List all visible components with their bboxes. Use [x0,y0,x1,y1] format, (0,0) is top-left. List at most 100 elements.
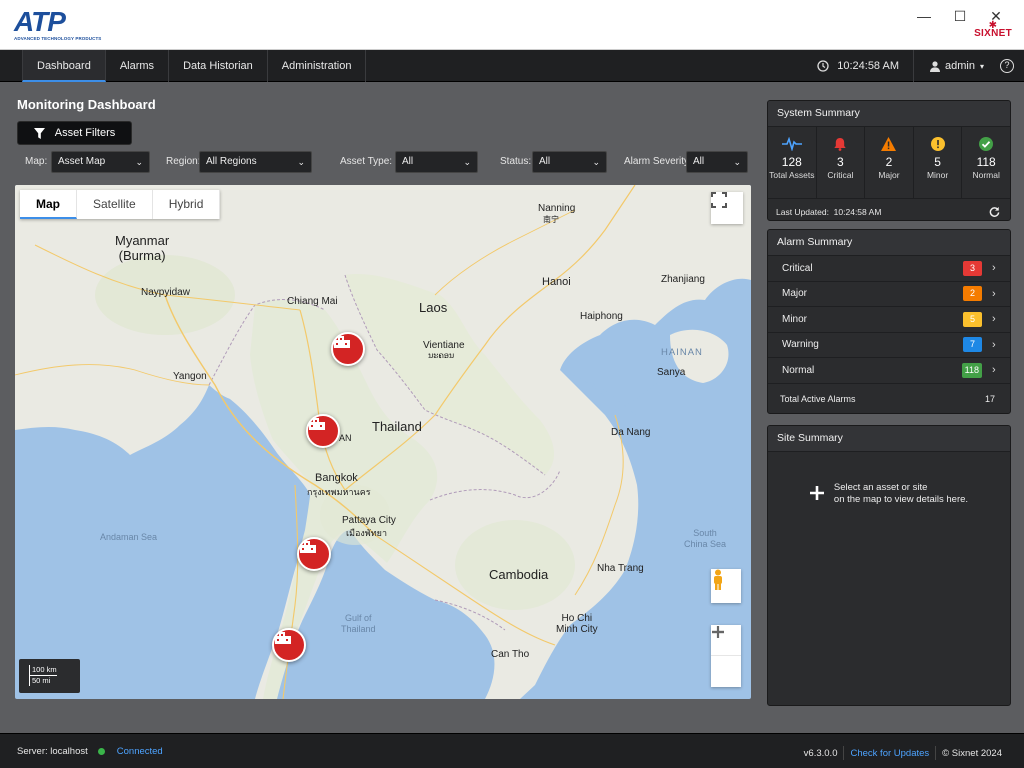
building-icon [309,418,325,430]
summary-count: 5 [934,155,941,169]
minus-icon [712,630,724,634]
help-icon[interactable]: ? [1000,59,1014,73]
asset-type-select[interactable]: All ⌄ [395,151,478,173]
region-filter-label: Region: [166,156,201,167]
chevron-down-icon: ⌄ [135,157,143,167]
clock: 10:24:58 AM [803,50,915,82]
nav-tabs: Dashboard Alarms Data Historian Administrat… [22,50,367,82]
last-updated-time: 10:24:58 AM [833,206,882,217]
asset-filters-button[interactable]: Asset Filters [17,121,132,145]
summary-total-assets[interactable]: 128 Total Assets [768,127,817,198]
plus-icon [809,486,824,500]
map-label-nha-trang: Nha Trang [597,563,644,574]
map-label-zhanjiang: Zhanjiang [661,274,705,285]
nav-tab-administration[interactable]: Administration [268,50,367,82]
map-label-cambodia: Cambodia [489,567,549,582]
nav-tab-dashboard[interactable]: Dashboard [22,50,106,82]
copyright: © Sixnet 2024 [942,747,1002,759]
map-label-vientiane: Vientiane [423,340,465,351]
atp-logo-text: ATP [14,6,66,37]
alarm-count-badge: 3 [963,260,982,276]
site-summary-body: Select an asset or site on the map to vi… [768,452,1010,702]
filter-icon [33,127,45,139]
summary-count: 118 [976,155,996,169]
connection-status: Connected [116,746,163,757]
status-bar: Server: localhost Connected v6.3.0.0 Che… [0,733,1024,768]
map-tab-satellite[interactable]: Satellite [77,190,153,219]
map-label-haiphong: Haiphong [580,311,623,322]
summary-major[interactable]: 2 Major [865,127,914,198]
alarm-count-badge: 7 [963,337,982,353]
map-label-hainan: HAINAN [661,347,703,358]
alarm-row-major[interactable]: Major 2 › [768,282,1010,307]
status-select[interactable]: All ⌄ [532,151,607,173]
status-bar-right: v6.3.0.0 Check for Updates © Sixnet 2024 [798,746,1008,760]
building-icon [334,336,350,348]
last-updated-label: Last Updated: [776,206,829,217]
zoom-out-button[interactable] [711,630,741,686]
street-view-button[interactable] [711,569,741,603]
summary-minor[interactable]: 5 Minor [914,127,963,198]
summary-label: Normal [972,170,1000,180]
map-label-ho-chi-minh-city: Ho Chi Minh City [556,613,598,635]
asset-marker[interactable] [272,628,306,662]
map-tab-map[interactable]: Map [20,190,77,219]
fullscreen-icon [711,192,727,208]
alarm-row-normal[interactable]: Normal 118 › [768,358,1010,384]
alarm-row-minor[interactable]: Minor 5 › [768,307,1010,333]
map-tab-hybrid[interactable]: Hybrid [153,190,221,219]
alarm-total: Total Active Alarms 17 [768,384,1010,414]
status-filter-label: Status: [500,156,532,167]
atp-logo: ATP ADVANCED TECHNOLOGY PRODUCTS [14,6,101,44]
summary-label: Critical [827,170,854,180]
map-label-nanning: Nanning [538,203,576,214]
map-type-tabs: Map Satellite Hybrid [20,190,221,219]
alarm-row-label: Warning [782,339,819,351]
chevron-down-icon: ⌄ [297,157,305,167]
summary-normal[interactable]: 118 Normal [962,127,1010,198]
bell-icon [817,137,865,152]
asset-map[interactable]: Myanmar (Burma) Naypyidaw Yangon Andaman… [15,185,751,699]
user-menu[interactable]: admin ▾ [914,50,994,82]
site-summary-message: Select an asset or site on the map to vi… [809,482,968,506]
exclamation-circle-icon [914,137,962,152]
map-label-vientiane-local: ນະຄອນ [428,351,455,360]
page-title: Monitoring Dashboard [17,97,156,112]
alarm-rows: Critical 3 › Major 2 › Minor 5 › Warning 7 › Normal 1… [768,256,1010,384]
alarm-row-critical[interactable]: Critical 3 › [768,256,1010,282]
map-label-gulf-of-thailand: Gulf of Thailand [341,613,376,634]
nav-tab-data-historian[interactable]: Data Historian [169,50,268,82]
summary-label: Minor [926,170,949,180]
alarm-row-warning[interactable]: Warning 7 › [768,333,1010,358]
nav-right: 10:24:58 AM admin ▾ ? [803,50,1014,82]
map-label-can-tho: Can Tho [491,649,530,660]
title-bar: ATP ADVANCED TECHNOLOGY PRODUCTS — ☐ ✕ ✱… [0,0,1024,50]
summary-critical[interactable]: 3 Critical [817,127,866,198]
scale-mi: 50 mi [29,676,57,686]
last-updated-text: Last Updated: 10:24:58 AM [776,207,881,217]
severity-select[interactable]: All ⌄ [686,151,748,173]
building-icon [300,541,316,553]
asset-marker[interactable] [331,332,365,366]
summary-count: 2 [885,155,893,169]
asset-marker[interactable] [297,537,331,571]
asset-marker[interactable] [306,414,340,448]
fullscreen-button[interactable] [711,192,743,224]
site-summary-line1: Select an asset or site [833,482,928,493]
minimize-button[interactable]: — [906,6,942,26]
nav-bar: Dashboard Alarms Data Historian Administrat… [0,50,1024,82]
alarm-row-label: Minor [782,313,808,325]
server-status: Server: localhost Connected [17,746,163,757]
alarm-total-value: 17 [984,393,995,404]
region-select[interactable]: All Regions ⌄ [199,151,312,173]
map-select[interactable]: Asset Map ⌄ [51,151,150,173]
refresh-icon[interactable] [989,206,1000,217]
check-updates-link[interactable]: Check for Updates [844,748,935,759]
alarm-row-label: Critical [782,262,813,274]
map-label-partial: AN [339,433,352,443]
nav-tab-alarms[interactable]: Alarms [106,50,170,82]
map-label-bangkok-local: กรุงเทพมหานคร [307,487,371,497]
chevron-right-icon: › [992,287,996,300]
map-filter-label: Map: [25,156,48,167]
maximize-button[interactable]: ☐ [942,6,978,26]
